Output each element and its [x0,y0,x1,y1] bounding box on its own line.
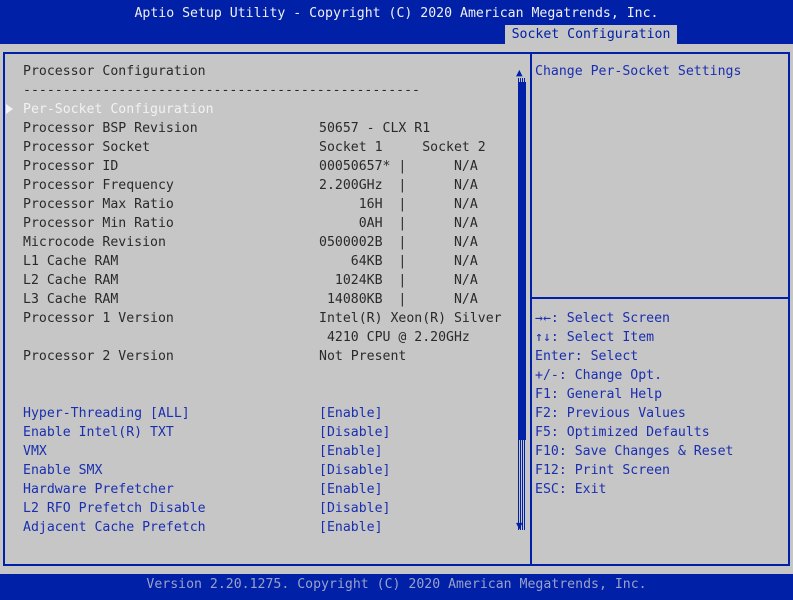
scrollbar-thumb[interactable] [518,82,526,440]
option-label-hardware-prefetcher[interactable]: Hardware Prefetcher [23,480,174,499]
info-value-processor-socket: Socket 1 Socket 2 [319,140,486,155]
title-bar: Aptio Setup Utility - Copyright (C) 2020… [0,0,793,44]
info-label-l3-cache: L3 Cache RAM [23,292,119,307]
key-help-f1: F1: General Help [535,387,663,402]
info-value-processor-id: 00050657* | N/A [319,159,478,174]
option-label-vmx[interactable]: VMX [23,442,47,461]
info-label-processor-frequency: Processor Frequency [23,178,174,193]
key-help-esc: ESC: Exit [535,482,607,497]
key-help-f2: F2: Previous Values [535,406,686,421]
option-label-intel-txt[interactable]: Enable Intel(R) TXT [23,423,174,442]
info-label-processor-2-version: Processor 2 Version [23,349,174,364]
info-label-l2-cache: L2 Cache RAM [23,273,119,288]
footer-version: Version 2.20.1275. Copyright (C) 2020 Am… [0,574,793,600]
info-value-processor-frequency: 2.200GHz | N/A [319,178,478,193]
key-help-f10: F10: Save Changes & Reset [535,444,734,459]
option-label-adjacent-cache-prefetch[interactable]: Adjacent Cache Prefetch [23,518,206,537]
option-value-hardware-prefetcher[interactable]: [Enable] [319,480,383,499]
info-value-microcode-revision: 0500002B | N/A [319,235,478,250]
info-label-min-ratio: Processor Min Ratio [23,216,174,231]
vertical-divider [530,52,532,566]
info-label-microcode-revision: Microcode Revision [23,235,166,250]
info-value-l1-cache: 64KB | N/A [319,254,478,269]
scroll-up-icon[interactable]: ▲ [516,67,523,79]
option-value-l2-rfo-prefetch[interactable]: [Disable] [319,499,390,518]
key-help-f12: F12: Print Screen [535,463,670,478]
app-title: Aptio Setup Utility - Copyright (C) 2020… [134,6,659,21]
tab-socket-configuration[interactable]: Socket Configuration [505,25,677,44]
info-label-max-ratio: Processor Max Ratio [23,197,174,212]
option-value-vmx[interactable]: [Enable] [319,442,383,461]
info-value-l2-cache: 1024KB | N/A [319,273,478,288]
option-value-hyper-threading[interactable]: [Enable] [319,404,383,423]
key-help-change-opt: +/-: Change Opt. [535,368,663,383]
info-value-processor-1-version-cont: 4210 CPU @ 2.20GHz [319,330,470,345]
option-value-adjacent-cache-prefetch[interactable]: [Enable] [319,518,383,537]
item-help-text: Change Per-Socket Settings [535,64,742,79]
info-value-l3-cache: 14080KB | N/A [319,292,478,307]
info-value-max-ratio: 16H | N/A [319,197,478,212]
info-label-bsp-revision: Processor BSP Revision [23,121,198,136]
option-label-hyper-threading[interactable]: Hyper-Threading [ALL] [23,404,190,423]
selection-arrow-icon [6,104,13,114]
option-label-l2-rfo-prefetch[interactable]: L2 RFO Prefetch Disable [23,499,206,518]
info-value-min-ratio: 0AH | N/A [319,216,478,231]
key-help-enter: Enter: Select [535,349,639,364]
scroll-down-icon[interactable]: ▼ [516,520,523,532]
option-value-smx[interactable]: [Disable] [319,461,390,480]
help-divider [532,297,790,299]
info-label-processor-1-version: Processor 1 Version [23,311,174,326]
key-help-select-item: ↑↓: Select Item [535,330,655,345]
info-value-processor-2-version: Not Present [319,349,407,364]
info-label-processor-id: Processor ID [23,159,119,174]
info-value-processor-1-version: Intel(R) Xeon(R) Silver [319,311,502,326]
key-help-select-screen: →←: Select Screen [535,311,670,326]
separator: ----------------------------------------… [23,83,420,98]
info-label-l1-cache: L1 Cache RAM [23,254,119,269]
option-label-smx[interactable]: Enable SMX [23,461,102,480]
key-help-f5: F5: Optimized Defaults [535,425,710,440]
option-value-intel-txt[interactable]: [Disable] [319,423,390,442]
info-label-processor-socket: Processor Socket [23,140,151,155]
info-value-bsp-revision: 50657 - CLX R1 [319,121,431,136]
per-socket-configuration-submenu[interactable]: Per-Socket Configuration [23,100,214,119]
section-title: Processor Configuration [23,64,206,79]
